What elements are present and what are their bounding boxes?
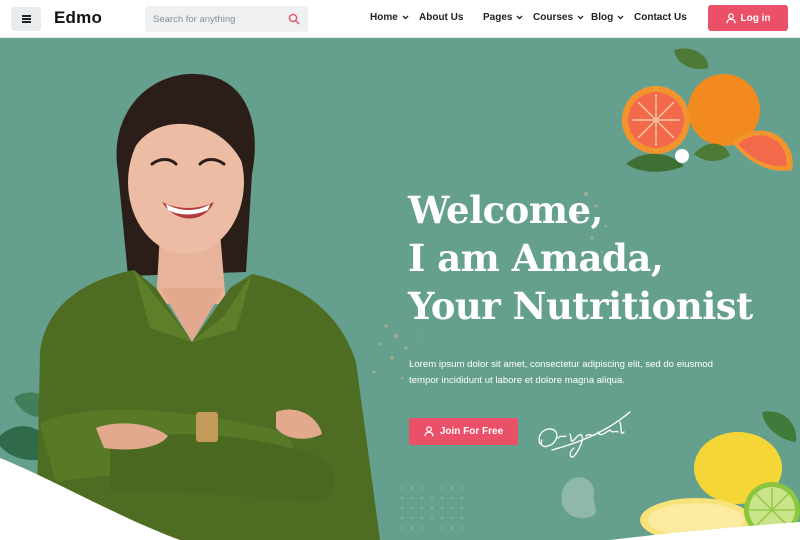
search-input[interactable] xyxy=(153,12,278,26)
nav-item-label: Contact Us xyxy=(634,12,687,23)
nav-item-home[interactable]: Home xyxy=(370,12,409,23)
hero-section: Welcome, I am Amada, Your Nutritionist L… xyxy=(0,38,800,540)
nav-item-about[interactable]: About Us xyxy=(419,12,463,23)
site-header: Edmo Home About Us Pages Courses Blog Co… xyxy=(0,0,800,38)
nav-item-label: Home xyxy=(370,12,398,23)
login-button[interactable]: Log in xyxy=(708,5,788,31)
nav-item-pages[interactable]: Pages xyxy=(483,12,523,23)
site-logo[interactable]: Edmo xyxy=(54,8,102,28)
chevron-down-icon xyxy=(402,15,409,20)
search-box xyxy=(145,6,308,32)
chevron-down-icon xyxy=(617,15,624,20)
chevron-down-icon xyxy=(517,15,523,20)
nav-item-label: About Us xyxy=(419,12,464,23)
chevron-down-icon xyxy=(577,15,584,20)
nav-item-label: Pages xyxy=(483,12,513,23)
hero-bottom-wave xyxy=(0,458,800,540)
nav-item-label: Courses xyxy=(533,12,574,23)
nav-item-contact[interactable]: Contact Us xyxy=(634,12,687,23)
menu-button[interactable] xyxy=(11,7,41,31)
nav-item-courses[interactable]: Courses xyxy=(533,12,584,23)
search-icon[interactable] xyxy=(288,13,300,25)
user-icon xyxy=(725,12,736,23)
login-button-label: Log in xyxy=(740,12,771,24)
nav-item-blog[interactable]: Blog xyxy=(591,12,624,23)
hamburger-icon xyxy=(21,15,31,23)
nav-item-label: Blog xyxy=(591,12,614,23)
